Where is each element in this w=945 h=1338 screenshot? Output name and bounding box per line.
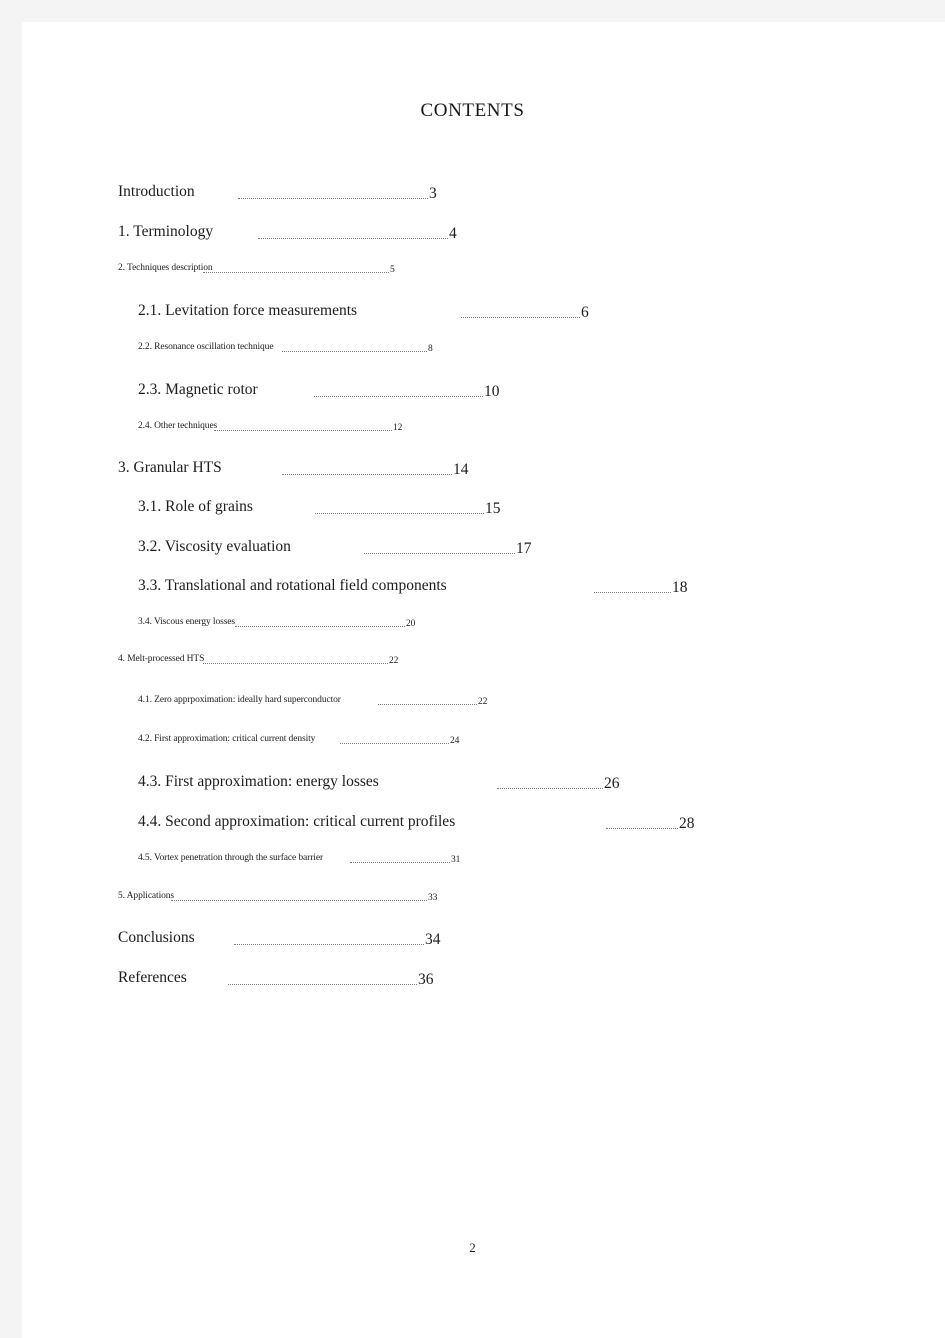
toc-leader-dots [314,395,483,397]
toc-leader-dots [594,591,671,593]
scan-edge-band-top [0,0,945,22]
toc-entry-page-number: 22 [478,697,488,707]
toc-leader-dots [282,350,427,352]
toc-entry-label: 4. Melt-processed HTS [118,654,205,664]
toc-entry[interactable]: 1. Terminology 4 [118,223,457,241]
toc-entry-label: 1. Terminology [118,223,214,240]
toc-leader-dots [378,703,477,705]
toc-entry-page-number: 5 [390,265,395,275]
toc-entry-label: 4.3. First approximation: energy losses [138,773,379,790]
toc-entry-page-number: 17 [516,540,532,557]
toc-leader-dots [606,827,678,829]
toc-entry-page-number: 22 [389,656,399,666]
toc-entry[interactable]: 2.1. Levitation force measurements 6 [138,302,589,320]
toc-entry-page-number: 4 [449,225,457,242]
toc-entry-page-number: 10 [484,383,500,400]
toc-entry[interactable]: 3.2. Viscosity evaluation 17 [138,538,532,556]
toc-leader-dots [214,429,392,431]
toc-entry[interactable]: 2. Techniques description 5 [118,263,395,274]
toc-entry-label: 3.4. Viscous energy losses [138,617,236,627]
toc-entry-label: 2.1. Levitation force measurements [138,302,358,319]
toc-entry[interactable]: 3.4. Viscous energy losses 20 [138,617,415,628]
toc-entry[interactable]: 4.4. Second approximation: critical curr… [138,813,695,831]
scan-edge-band-left [0,0,22,1338]
document-page: CONTENTS Introduction 3 1. Terminology 4 2. … [0,0,945,1338]
toc-entry-page-number: 14 [453,461,469,478]
toc-entry[interactable]: 4.1. Zero apprpoximation: ideally hard s… [138,695,487,706]
toc-leader-dots [203,662,388,664]
toc-entry[interactable]: 3.3. Translational and rotational field … [138,577,688,595]
toc-leader-dots [364,552,515,554]
toc-entry-label: 3. Granular HTS [118,459,222,476]
toc-entry-page-number: 8 [428,344,433,354]
toc-leader-dots [461,316,580,318]
toc-entry-label: 4.1. Zero apprpoximation: ideally hard s… [138,695,341,705]
toc-entry[interactable]: 2.4. Other techniques 12 [138,421,402,432]
toc-entry-label: Introduction [118,183,195,200]
toc-entry-label: 3.2. Viscosity evaluation [138,538,291,555]
toc-entry-page-number: 34 [425,931,441,948]
toc-entry-page-number: 33 [428,893,438,903]
toc-entry-label: 2.3. Magnetic rotor [138,381,258,398]
toc-leader-dots [282,473,452,475]
toc-entry-label: 4.2. First approximation: critical curre… [138,734,316,744]
toc-leader-dots [235,625,405,627]
toc-leader-dots [203,271,389,273]
toc-entry-page-number: 18 [672,579,688,596]
toc-entry-label: Conclusions [118,929,195,946]
toc-entry-label: 4.5. Vortex penetration through the surf… [138,853,324,863]
toc-entry-label: 2.2. Resonance oscillation technique [138,342,274,352]
toc-entry-page-number: 31 [451,855,461,865]
toc-entry[interactable]: 4.2. First approximation: critical curre… [138,734,459,745]
toc-entry[interactable]: 2.3. Magnetic rotor 10 [138,381,500,399]
toc-entry-page-number: 12 [393,423,403,433]
toc-entry-label: 2. Techniques description [118,263,213,273]
toc-entry-page-number: 3 [429,185,437,202]
toc-entry[interactable]: 4.3. First approximation: energy losses 2… [138,773,620,791]
toc-entry[interactable]: References 36 [118,969,434,987]
toc-leader-dots [350,861,450,863]
toc-entry[interactable]: Conclusions 34 [118,929,441,947]
toc-entry[interactable]: 3.1. Role of grains 15 [138,498,501,516]
toc-leader-dots [234,943,424,945]
toc-entry-page-number: 26 [604,775,620,792]
page-number: 2 [469,1240,476,1255]
toc-entry-page-number: 24 [450,736,460,746]
toc-entry[interactable]: 4.5. Vortex penetration through the surf… [138,853,460,864]
page-title: CONTENTS [420,100,525,121]
toc-entry-label: 5. Applications [118,891,175,901]
toc-entry-page-number: 6 [581,304,589,321]
toc-entry-page-number: 20 [406,619,416,629]
toc-entry-label: 4.4. Second approximation: critical curr… [138,813,456,830]
toc-leader-dots [315,512,484,514]
toc-leader-dots [340,742,449,744]
toc-entry-label: 3.1. Role of grains [138,498,253,515]
toc-entry[interactable]: 3. Granular HTS 14 [118,459,469,477]
toc-entry[interactable]: 5. Applications 33 [118,891,437,902]
toc-leader-dots [497,787,603,789]
toc-entry-page-number: 28 [679,815,695,832]
toc-entry[interactable]: Introduction 3 [118,183,437,201]
toc-entry-page-number: 36 [418,971,434,988]
toc-entry-label: 3.3. Translational and rotational field … [138,577,447,594]
toc-leader-dots [238,197,428,199]
toc-leader-dots [171,899,427,901]
toc-entry-page-number: 15 [485,500,501,517]
toc-leader-dots [258,237,448,239]
toc-entry[interactable]: 4. Melt-processed HTS 22 [118,654,398,665]
toc-leader-dots [228,983,417,985]
toc-entry-label: References [118,969,187,986]
toc-entry[interactable]: 2.2. Resonance oscillation technique 8 [138,342,433,353]
toc-entry-label: 2.4. Other techniques [138,421,218,431]
